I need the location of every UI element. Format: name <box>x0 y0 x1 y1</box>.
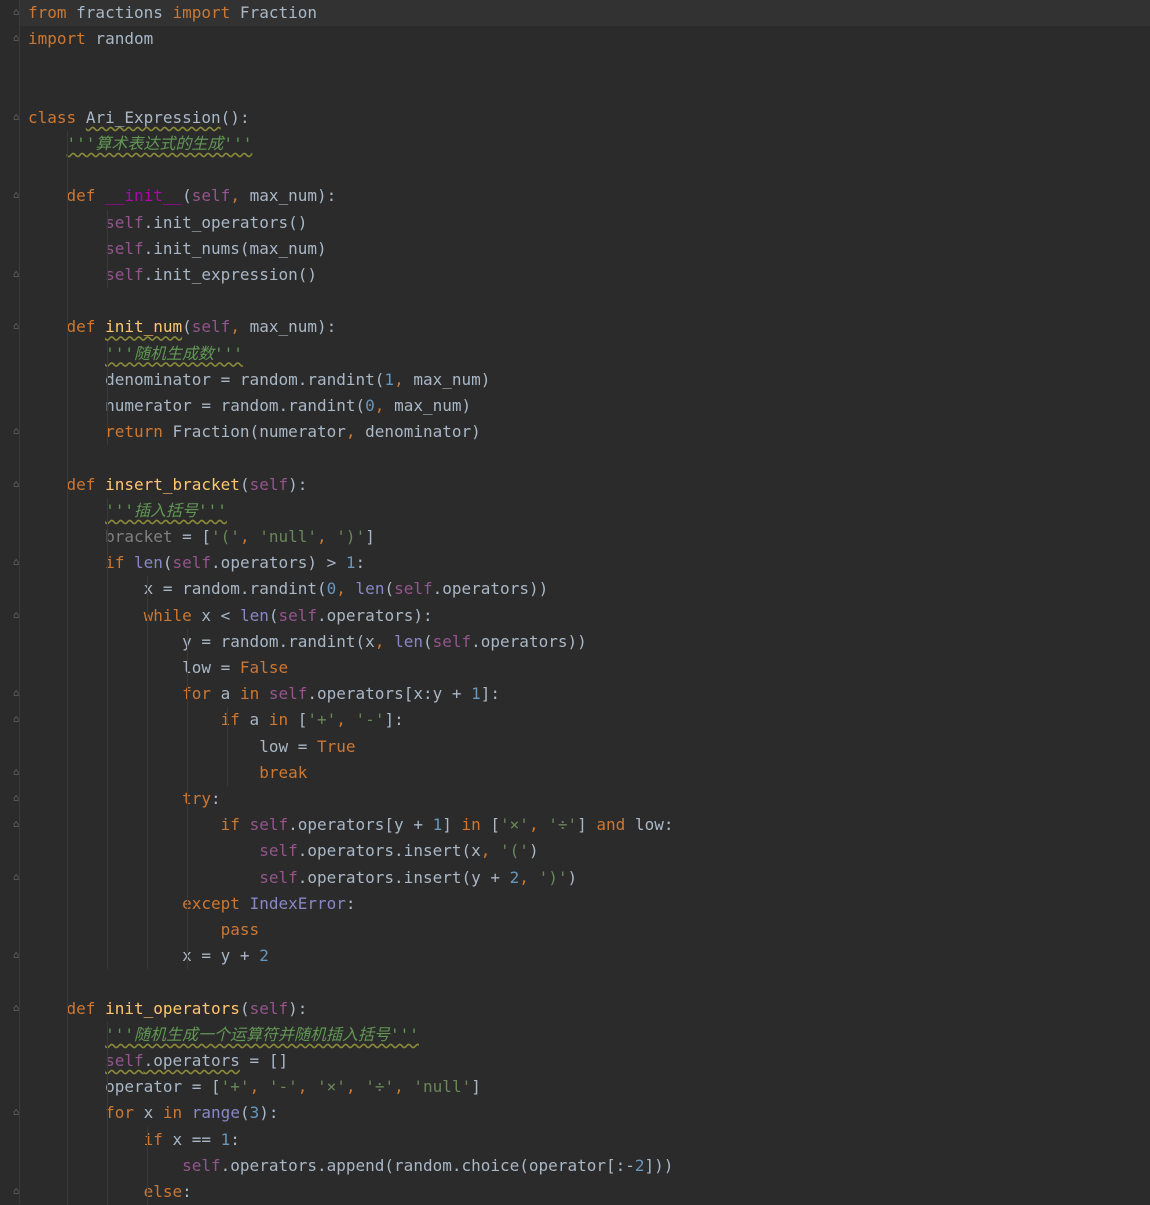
fold-marker-icon[interactable]: ⌂ <box>13 872 23 883</box>
code-line[interactable]: self.operators.append(random.choice(oper… <box>28 1153 1150 1179</box>
code-line[interactable]: low = True <box>28 734 1150 760</box>
indent-guide <box>147 576 148 970</box>
fold-marker-icon[interactable]: ⌂ <box>13 951 23 961</box>
code-line[interactable]: def init_num(self, max_num): <box>28 314 1150 340</box>
fold-marker-icon[interactable]: ⌂ <box>13 820 23 830</box>
code-line[interactable]: self.operators.insert(x, '(') <box>28 838 1150 864</box>
code-line[interactable]: def insert_bracket(self): <box>28 472 1150 498</box>
indent-guide <box>107 497 108 970</box>
code-line[interactable]: def init_operators(self): <box>28 996 1150 1022</box>
indent-guide <box>147 1126 148 1205</box>
fold-marker-icon[interactable]: ⌂ <box>13 1187 23 1197</box>
code-line[interactable] <box>28 445 1150 471</box>
code-line[interactable]: operator = ['+', '-', '×', '÷', 'null'] <box>28 1074 1150 1100</box>
code-line[interactable]: break <box>28 760 1150 786</box>
fold-marker-icon[interactable]: ⌂ <box>13 270 23 280</box>
code-line[interactable]: if a in ['+', '-']: <box>28 707 1150 733</box>
code-line[interactable]: x = y + 2 <box>28 943 1150 969</box>
code-editor[interactable]: from fractions import Fraction import ran… <box>0 0 1150 1205</box>
code-line[interactable]: if x == 1: <box>28 1127 1150 1153</box>
editor-gutter <box>0 0 20 1204</box>
code-line[interactable]: pass <box>28 917 1150 943</box>
code-line[interactable]: try: <box>28 786 1150 812</box>
fold-marker-icon[interactable]: ⌂ <box>13 191 23 201</box>
code-line[interactable]: if len(self.operators) > 1: <box>28 550 1150 576</box>
code-line[interactable]: x = random.randint(0, len(self.operators… <box>28 576 1150 602</box>
fold-marker-icon[interactable]: ⌂ <box>13 1003 23 1014</box>
code-line[interactable]: y = random.randint(x, len(self.operators… <box>28 629 1150 655</box>
fold-marker-icon[interactable]: ⌂ <box>13 427 23 437</box>
code-line[interactable]: def __init__(self, max_num): <box>28 183 1150 209</box>
code-line[interactable]: self.init_operators() <box>28 210 1150 236</box>
code-line[interactable]: else: <box>28 1179 1150 1205</box>
fold-marker-icon[interactable]: ⌂ <box>13 1108 23 1118</box>
code-line[interactable]: from fractions import Fraction <box>20 0 1150 26</box>
code-line[interactable]: self.init_expression() <box>28 262 1150 288</box>
code-line[interactable]: bracket = ['(', 'null', ')'] <box>28 524 1150 550</box>
fold-marker-icon[interactable]: ⌂ <box>13 322 23 332</box>
code-line[interactable]: '''算术表达式的生成''' <box>28 131 1150 157</box>
indent-guide <box>67 131 68 1205</box>
code-line[interactable]: class Ari_Expression(): <box>28 105 1150 131</box>
indent-guide <box>187 628 188 970</box>
code-line[interactable] <box>28 969 1150 995</box>
code-line[interactable]: self.operators.insert(y + 2, ')') <box>28 865 1150 891</box>
code-line[interactable]: self.operators = [] <box>28 1048 1150 1074</box>
fold-marker-icon[interactable]: ⌂ <box>13 610 23 621</box>
indent-guide <box>227 707 228 786</box>
fold-marker-icon[interactable]: ⌂ <box>13 34 23 44</box>
code-line[interactable]: denominator = random.randint(1, max_num) <box>28 367 1150 393</box>
fold-marker-icon[interactable]: ⌂ <box>13 767 23 778</box>
code-line[interactable] <box>28 288 1150 314</box>
indent-guide <box>107 1021 108 1205</box>
code-line[interactable]: import random <box>28 26 1150 52</box>
code-line[interactable] <box>28 79 1150 105</box>
code-line[interactable]: numerator = random.randint(0, max_num) <box>28 393 1150 419</box>
code-line[interactable]: '''随机生成数''' <box>28 341 1150 367</box>
fold-marker-icon[interactable]: ⌂ <box>13 8 23 18</box>
code-line[interactable]: return Fraction(numerator, denominator) <box>28 419 1150 445</box>
gutter-divider <box>19 0 20 1204</box>
indent-guide <box>107 209 108 289</box>
code-line[interactable]: while x < len(self.operators): <box>28 603 1150 629</box>
code-line[interactable]: self.init_nums(max_num) <box>28 236 1150 262</box>
indent-guide <box>107 340 108 446</box>
code-line[interactable]: for a in self.operators[x:y + 1]: <box>28 681 1150 707</box>
fold-marker-icon[interactable]: ⌂ <box>13 558 23 568</box>
code-line[interactable]: '''插入括号''' <box>28 498 1150 524</box>
code-line[interactable]: for x in range(3): <box>28 1100 1150 1126</box>
code-line[interactable]: except IndexError: <box>28 891 1150 917</box>
fold-marker-icon[interactable]: ⌂ <box>13 715 23 725</box>
code-line[interactable]: '''随机生成一个运算符并随机插入括号''' <box>28 1022 1150 1048</box>
code-line[interactable] <box>28 157 1150 183</box>
fold-marker-icon[interactable]: ⌂ <box>13 689 23 699</box>
code-line[interactable]: if self.operators[y + 1] in ['×', '÷'] a… <box>28 812 1150 838</box>
fold-marker-icon[interactable]: ⌂ <box>13 794 23 804</box>
code-line[interactable] <box>28 52 1150 78</box>
fold-marker-icon[interactable]: ⌂ <box>13 112 23 123</box>
fold-marker-icon[interactable]: ⌂ <box>13 479 23 490</box>
code-line[interactable]: low = False <box>28 655 1150 681</box>
